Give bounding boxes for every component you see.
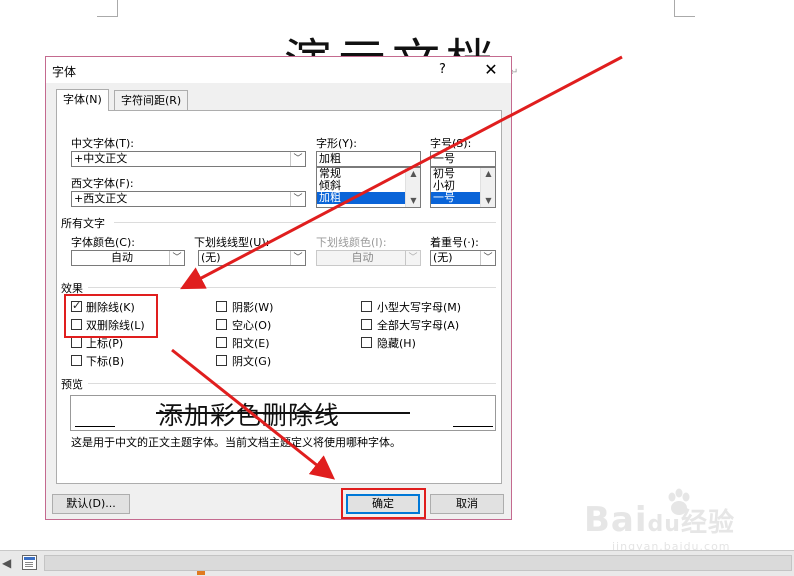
tab-font[interactable]: 字体(N) bbox=[56, 89, 109, 111]
arrow-to-strikethrough bbox=[180, 55, 623, 290]
arrow-to-ok-button bbox=[171, 348, 336, 480]
annotation-arrows bbox=[171, 55, 623, 480]
